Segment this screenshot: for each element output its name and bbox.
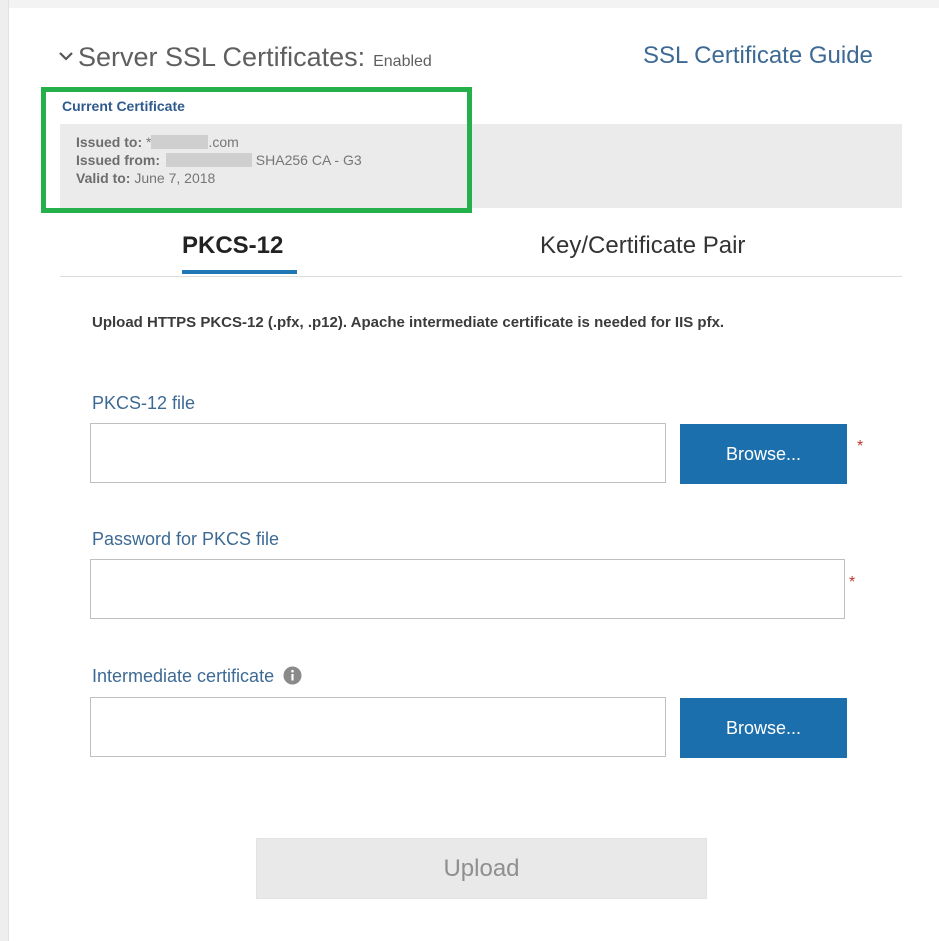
section-title: Server SSL Certificates: [78,42,366,72]
intermediate-certificate-input[interactable] [90,697,666,757]
highlight-box [41,87,472,213]
tab-key-certificate-pair[interactable]: Key/Certificate Pair [540,232,745,260]
info-icon[interactable] [283,666,302,685]
password-label: Password for PKCS file [92,529,280,549]
pkcs-file-label: PKCS-12 file [92,393,196,413]
top-edge [0,0,939,8]
section-header[interactable]: Server SSL Certificates: Enabled [54,42,432,73]
intermediate-certificate-label: Intermediate certificate [92,666,275,686]
ssl-certificate-guide-link[interactable]: SSL Certificate Guide [643,42,873,70]
required-marker: * [857,438,864,455]
chevron-down-icon[interactable] [54,44,78,68]
required-marker: * [849,574,856,591]
intermediate-browse-button[interactable]: Browse... [680,698,847,758]
upload-instructions: Upload HTTPS PKCS-12 (.pfx, .p12). Apach… [92,314,725,331]
pkcs-browse-button[interactable]: Browse... [680,424,847,484]
active-tab-indicator [182,270,297,274]
pkcs-file-input[interactable] [90,423,666,483]
intermediate-certificate-label-row: Intermediate certificate [92,666,302,687]
tabs-divider [60,276,902,277]
status-badge: Enabled [373,53,432,70]
tab-pkcs-12[interactable]: PKCS-12 [182,232,283,260]
left-edge [0,0,9,941]
password-input[interactable] [90,559,845,619]
upload-button[interactable]: Upload [256,838,707,899]
